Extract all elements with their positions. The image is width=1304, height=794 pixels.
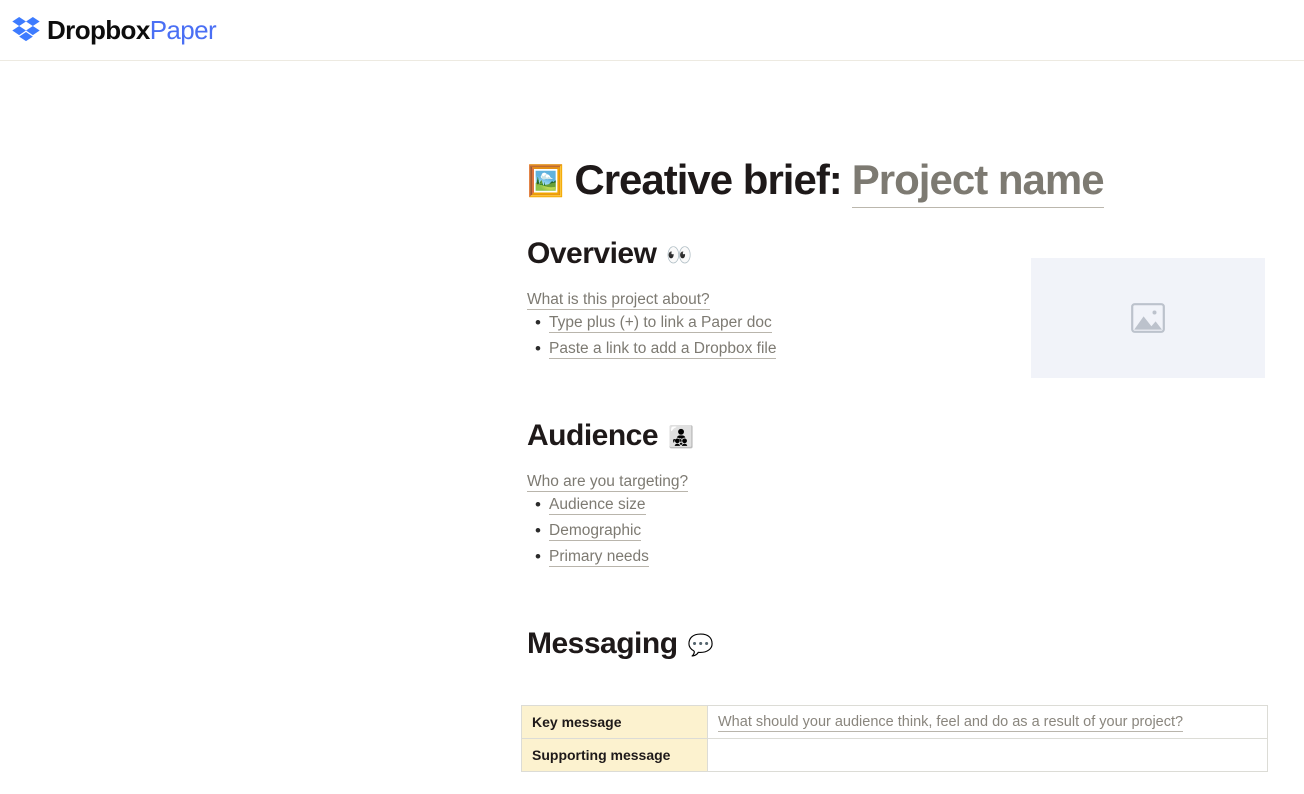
audience-heading-text: Audience xyxy=(527,419,659,452)
table-row-value[interactable]: What should your audience think, feel an… xyxy=(707,705,1268,739)
table-row-label[interactable]: Key message xyxy=(521,705,708,739)
project-name-input[interactable]: Project name xyxy=(851,155,1105,208)
brand-paper-text: Paper xyxy=(149,15,217,45)
list-item-label: Primary needs xyxy=(549,548,649,567)
list-item-label: Demographic xyxy=(549,522,642,541)
framed-picture-icon: 🖼️ xyxy=(527,165,564,198)
table-row-label[interactable]: Supporting message xyxy=(521,738,708,772)
overview-question-text: What is this project about? xyxy=(527,291,710,310)
dropbox-logo-icon xyxy=(12,17,40,42)
image-placeholder-icon xyxy=(1131,303,1165,333)
list-item-label: Audience size xyxy=(549,496,646,515)
page-title[interactable]: 🖼️ Creative brief: Project name xyxy=(527,155,1105,208)
table-row-value[interactable] xyxy=(707,738,1268,772)
table-row[interactable]: Supporting message xyxy=(521,738,1268,772)
dropbox-paper-logo[interactable]: DropboxPaper xyxy=(11,15,217,45)
audience-question-text: Who are you targeting? xyxy=(527,473,689,492)
section-heading-audience: Audience 👨‍👧‍👦 xyxy=(527,418,694,454)
overview-question[interactable]: What is this project about? xyxy=(527,288,710,311)
eyes-icon: 👀 xyxy=(666,243,693,267)
section-heading-messaging: Messaging 💬 xyxy=(527,626,714,662)
overview-heading-text: Overview xyxy=(527,237,657,270)
family-icon: 👨‍👧‍👦 xyxy=(668,425,694,449)
key-message-placeholder: What should your audience think, feel an… xyxy=(718,714,1184,732)
overview-bullet-list[interactable]: Type plus (+) to link a Paper doc Paste … xyxy=(527,310,777,362)
page-title-text: Creative brief: xyxy=(574,156,842,203)
speech-balloon-icon: 💬 xyxy=(687,633,714,657)
list-item[interactable]: Audience size xyxy=(535,492,649,518)
brand-dropbox-text: Dropbox xyxy=(47,15,150,45)
audience-question[interactable]: Who are you targeting? xyxy=(527,470,689,493)
messaging-heading-text: Messaging xyxy=(527,627,678,660)
messaging-table[interactable]: Key message What should your audience th… xyxy=(521,705,1268,772)
document-canvas[interactable]: 🖼️ Creative brief: Project name Overview… xyxy=(0,61,1304,794)
section-heading-overview: Overview 👀 xyxy=(527,236,693,272)
list-item[interactable]: Demographic xyxy=(535,518,649,544)
brand-wordmark: DropboxPaper xyxy=(47,15,217,45)
table-row[interactable]: Key message What should your audience th… xyxy=(521,705,1268,739)
app-header: DropboxPaper xyxy=(0,0,1304,61)
list-item[interactable]: Paste a link to add a Dropbox file xyxy=(535,336,777,362)
list-item[interactable]: Type plus (+) to link a Paper doc xyxy=(535,310,776,336)
audience-bullet-list[interactable]: Audience size Demographic Primary needs xyxy=(527,492,649,570)
image-placeholder[interactable] xyxy=(1031,258,1265,378)
list-item[interactable]: Primary needs xyxy=(535,544,649,570)
list-item-label: Type plus (+) to link a Paper doc xyxy=(549,314,772,333)
list-item-label: Paste a link to add a Dropbox file xyxy=(549,340,777,359)
